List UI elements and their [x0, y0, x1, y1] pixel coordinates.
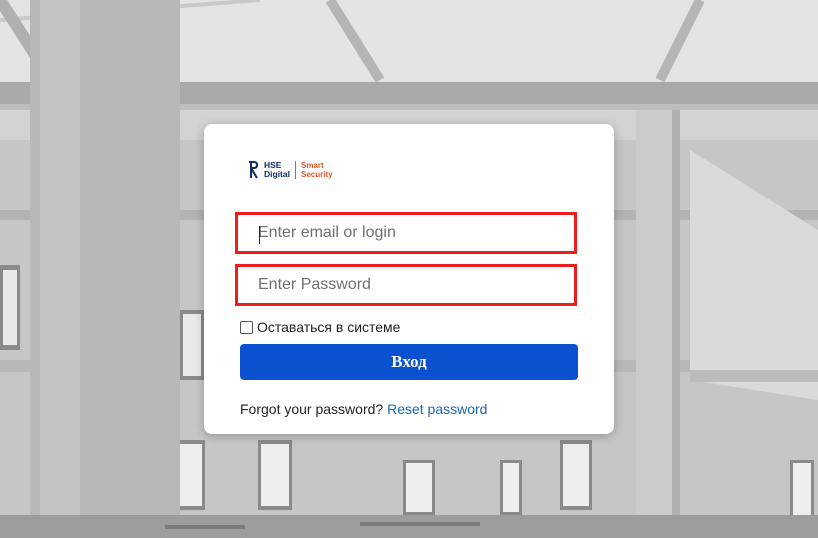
remember-me[interactable]: Оставаться в системе — [240, 319, 400, 335]
digital-text: Digital — [264, 169, 290, 179]
login-card: HSE Digital Smart Security Оставаться в … — [204, 124, 614, 434]
smart-security-wordmark: Smart Security — [301, 161, 333, 179]
forgot-password-text: Forgot your password? — [240, 401, 384, 417]
email-input[interactable] — [238, 215, 574, 251]
login-button[interactable]: Вход — [240, 344, 578, 380]
smart-text: Smart — [300, 161, 324, 170]
forgot-password-row: Forgot your password? Reset password — [240, 401, 487, 417]
logo-divider — [294, 161, 296, 179]
remember-label: Оставаться в системе — [257, 319, 401, 335]
hse-digital-wordmark: HSE Digital — [264, 161, 290, 179]
text-caret — [259, 226, 260, 244]
password-field-highlight — [235, 264, 577, 306]
hse-logo-icon — [249, 161, 259, 179]
brand-logo: HSE Digital Smart Security — [248, 159, 333, 181]
remember-checkbox[interactable] — [240, 320, 253, 334]
security-text: Security — [300, 170, 333, 179]
reset-password-link[interactable]: Reset password — [387, 401, 487, 417]
email-field-highlight — [235, 212, 577, 254]
password-input[interactable] — [238, 267, 574, 303]
